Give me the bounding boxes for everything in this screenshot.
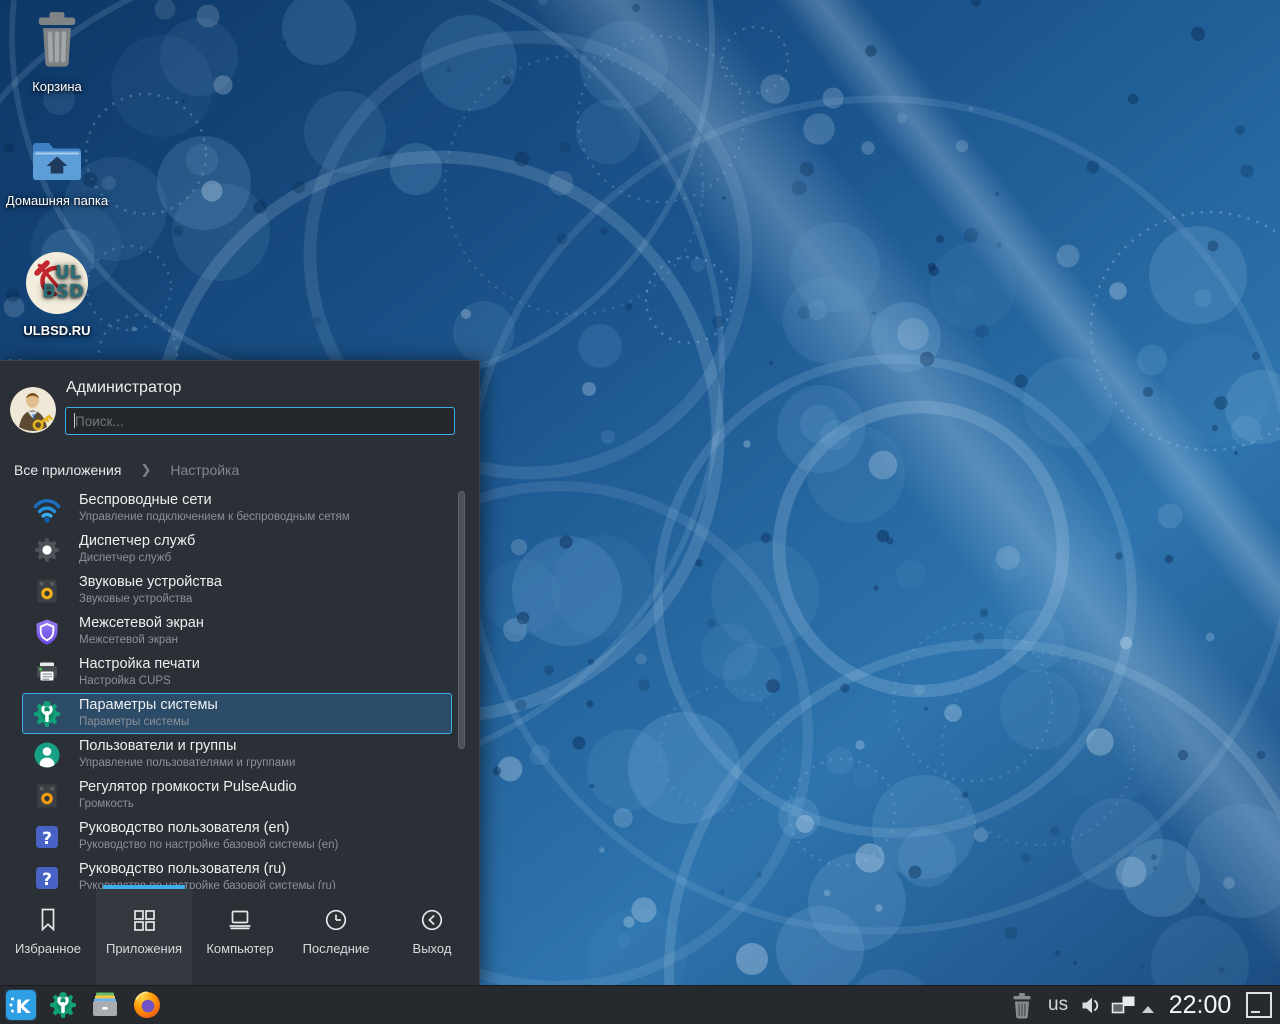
app-subtitle: Межсетевой экран [79,634,178,646]
firewall-shield-icon [31,616,63,648]
tab-applications[interactable]: Приложения [96,889,192,986]
search-input[interactable] [65,407,455,435]
svg-text:BSD: BSD [42,281,84,302]
tab-label: Последние [282,941,390,956]
desktop-icon-home-folder[interactable]: Домашняя папка [5,136,109,208]
app-title: Параметры системы [79,697,218,713]
volume-speaker-icon [31,780,63,812]
bookmark-icon [33,905,63,935]
breadcrumb-settings: Настройка [170,462,239,478]
file-manager-icon [89,1008,121,1024]
app-item[interactable]: Регулятор громкости PulseAudio Громкость [22,775,452,816]
breadcrumb-all-applications[interactable]: Все приложения [14,462,121,478]
firefox-icon [131,1008,163,1024]
app-item[interactable]: Межсетевой экран Межсетевой экран [22,611,452,652]
tray-trash-icon[interactable] [1008,991,1036,1021]
printer-icon [31,657,63,689]
app-subtitle: Управление подключением к беспроводным с… [79,511,350,523]
svg-text:UL: UL [55,262,81,283]
clipboard-icon[interactable] [1110,993,1136,1018]
svg-text:?: ? [42,870,52,889]
launcher-system-settings[interactable] [47,989,79,1021]
app-item[interactable]: ? Руководство пользователя (ru) Руководс… [22,857,452,889]
app-item[interactable]: Настройка печати Настройка CUPS [22,652,452,693]
audio-device-icon [31,575,63,607]
app-item[interactable]: ? Руководство пользователя (en) Руководс… [22,816,452,857]
taskbar: K us 22:00 [0,985,1280,1024]
app-subtitle: Диспетчер служб [79,552,171,564]
app-title: Пользователи и группы [79,738,236,754]
trash-icon [5,10,109,75]
app-item[interactable]: Беспроводные сети Управление подключение… [22,488,452,529]
kde-menu-icon: K [5,1008,37,1024]
system-settings-icon [31,698,63,730]
wifi-icon [31,493,63,525]
desktop-icon-label: ULBSD.RU [23,323,90,338]
users-icon [31,739,63,771]
tab-label: Компьютер [186,941,294,956]
scrollbar-thumb[interactable] [458,491,465,749]
services-gear-icon [31,534,63,566]
app-title: Настройка печати [79,656,200,672]
app-subtitle: Параметры системы [79,716,189,728]
history-clock-icon [321,905,351,935]
help-icon: ? [31,821,63,853]
tab-leave[interactable]: Выход [384,889,480,986]
ulbsd-logo-icon: UL BSD [5,250,109,319]
launcher-file-manager[interactable] [89,989,121,1021]
app-item[interactable]: Звуковые устройства Звуковые устройства [22,570,452,611]
tab-recent[interactable]: Последние [288,889,384,986]
app-list: Беспроводные сети Управление подключение… [22,488,452,889]
desktop-icon-trash[interactable]: Корзина [5,10,109,94]
tray-expand-arrow-icon[interactable] [1141,1001,1155,1010]
desktop-icon-label: Корзина [32,79,82,94]
digital-clock[interactable]: 22:00 [1160,986,1240,1024]
app-subtitle: Громкость [79,798,134,810]
app-title: Беспроводные сети [79,492,212,508]
app-subtitle: Звуковые устройства [79,593,192,605]
app-item[interactable]: Пользователи и группы Управление пользов… [22,734,452,775]
leave-icon [417,905,447,935]
show-desktop-button[interactable] [1246,992,1272,1018]
app-item[interactable]: Параметры системы Параметры системы [22,693,452,734]
user-name: Администратор [66,379,181,397]
desktop-icon-label: Домашняя папка [6,193,108,208]
tab-label: Избранное [0,941,102,956]
kickoff-tab-bar: Избранное Приложения Компьютер Последние… [0,889,480,986]
apps-grid-icon [129,905,159,935]
volume-icon[interactable] [1079,993,1104,1018]
app-title: Руководство пользователя (ru) [79,861,286,877]
app-item[interactable]: Диспетчер служб Диспетчер служб [22,529,452,570]
app-title: Регулятор громкости PulseAudio [79,779,297,795]
chevron-right-icon: ❯ [140,462,151,478]
svg-text:?: ? [42,829,52,849]
tab-favorites[interactable]: Избранное [0,889,96,986]
text-caret [74,413,75,428]
system-settings-icon [47,1008,79,1024]
app-title: Звуковые устройства [79,574,222,590]
tab-label: Приложения [90,941,198,956]
app-title: Межсетевой экран [79,615,204,631]
desktop-screen: Корзина Домашняя папка UL BSD ULBSD.RU А… [0,0,1280,1024]
help-icon: ? [31,862,63,889]
home-folder-icon [5,136,109,189]
kickoff-menu: Администратор Все приложения ❯ Настройка… [0,360,480,985]
app-subtitle: Настройка CUPS [79,675,171,687]
tab-label: Выход [378,941,486,956]
user-avatar[interactable] [10,387,56,433]
breadcrumb: Все приложения ❯ Настройка [14,462,239,478]
launcher-firefox[interactable] [131,989,163,1021]
tab-computer[interactable]: Компьютер [192,889,288,986]
app-title: Руководство пользователя (en) [79,820,289,836]
keyboard-layout-indicator[interactable]: us [1048,986,1068,1024]
app-title: Диспетчер служб [79,533,195,549]
app-subtitle: Управление пользователями и группами [79,757,295,769]
desktop-icon-ulbsd[interactable]: UL BSD ULBSD.RU [5,250,109,338]
svg-text:K: K [16,996,32,1018]
app-subtitle: Руководство по настройке базовой системы… [79,839,338,851]
launcher-kde-menu[interactable]: K [5,989,37,1021]
computer-icon [225,905,255,935]
